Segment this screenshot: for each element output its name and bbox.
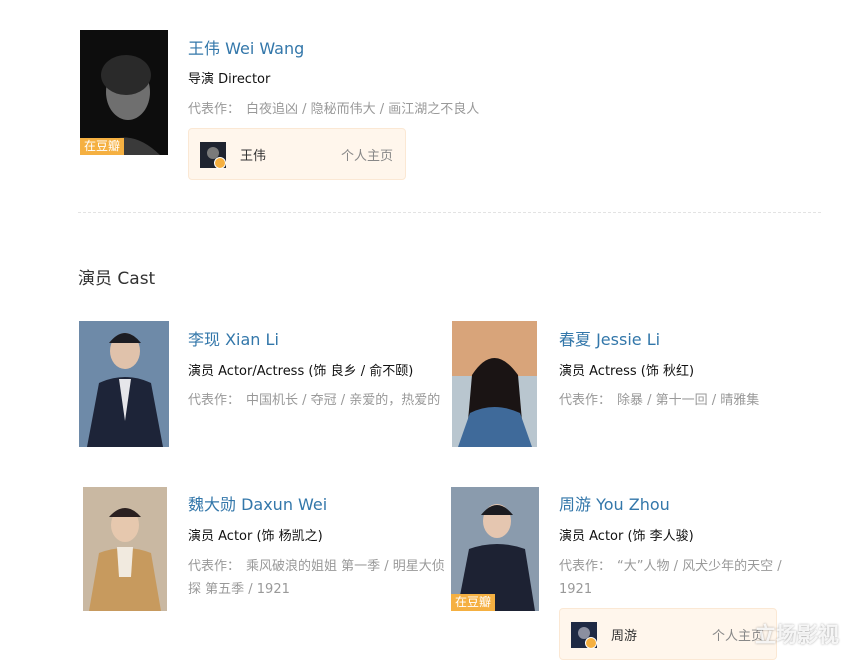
watermark-logo: 立场影视 <box>755 623 839 647</box>
cast-works: 代表作： 除暴 / 第十一回 / 晴雅集 <box>559 389 799 412</box>
cast-name-link[interactable]: 魏大勋 Daxun Wei <box>188 495 327 515</box>
works-label: 代表作： <box>559 393 612 408</box>
director-profile-card[interactable]: 王伟 个人主页 <box>188 128 406 180</box>
works-label: 代表作： <box>559 559 612 574</box>
section-divider <box>78 212 821 213</box>
works-list: 白夜追凶 / 隐秘而伟大 / 画江湖之不良人 <box>246 102 480 117</box>
cast-photo[interactable]: 在豆瓣 <box>451 487 539 611</box>
cast-photo[interactable] <box>83 487 167 611</box>
cast-role: 演员 Actor/Actress (饰 良乡 / 俞不颐) <box>188 364 414 379</box>
douban-tag: 在豆瓣 <box>80 138 125 155</box>
director-photo-image <box>80 30 168 155</box>
cast-photo-image <box>451 487 539 611</box>
cast-name-link[interactable]: 周游 You Zhou <box>559 495 670 515</box>
director-photo[interactable]: 在豆瓣 <box>80 30 168 155</box>
cast-name-link[interactable]: 李现 Xian Li <box>188 330 279 350</box>
cast-role: 演员 Actress (饰 秋红) <box>559 364 695 379</box>
cast-profile-card[interactable]: 周游 个人主页 <box>559 608 777 660</box>
works-list: 除暴 / 第十一回 / 晴雅集 <box>617 393 760 408</box>
cast-photo-image <box>83 487 167 611</box>
cast-role: 演员 Actor (饰 杨凯之) <box>188 529 323 544</box>
cast-name-link[interactable]: 春夏 Jessie Li <box>559 330 660 350</box>
works-label: 代表作： <box>188 393 241 408</box>
cast-photo[interactable] <box>79 321 169 447</box>
verified-badge-icon <box>585 637 597 649</box>
cast-role: 演员 Actor (饰 李人骏) <box>559 529 694 544</box>
douban-tag: 在豆瓣 <box>451 594 496 611</box>
profile-name: 周游 <box>611 629 638 644</box>
cast-photo[interactable] <box>452 321 537 447</box>
director-name-link[interactable]: 王伟 Wei Wang <box>188 39 304 59</box>
works-label: 代表作： <box>188 559 241 574</box>
cast-works: 代表作： 中国机长 / 夺冠 / 亲爱的，热爱的 <box>188 389 444 412</box>
director-role: 导演 Director <box>188 72 271 87</box>
profile-name: 王伟 <box>240 149 267 164</box>
verified-badge-icon <box>214 157 226 169</box>
cast-section-title: 演员 Cast <box>78 269 156 289</box>
cast-photo-image <box>452 321 537 447</box>
works-list: 中国机长 / 夺冠 / 亲爱的，热爱的 <box>246 393 441 408</box>
cast-works: 代表作： “大”人物 / 风犬少年的天空 / 1921 <box>559 555 809 601</box>
cast-works: 代表作： 乘风破浪的姐姐 第一季 / 明星大侦探 第五季 / 1921 <box>188 555 450 601</box>
cast-photo-image <box>79 321 169 447</box>
profile-home-link[interactable]: 个人主页 <box>341 145 393 164</box>
works-label: 代表作： <box>188 102 241 117</box>
director-works: 代表作： 白夜追凶 / 隐秘而伟大 / 画江湖之不良人 <box>188 98 518 121</box>
